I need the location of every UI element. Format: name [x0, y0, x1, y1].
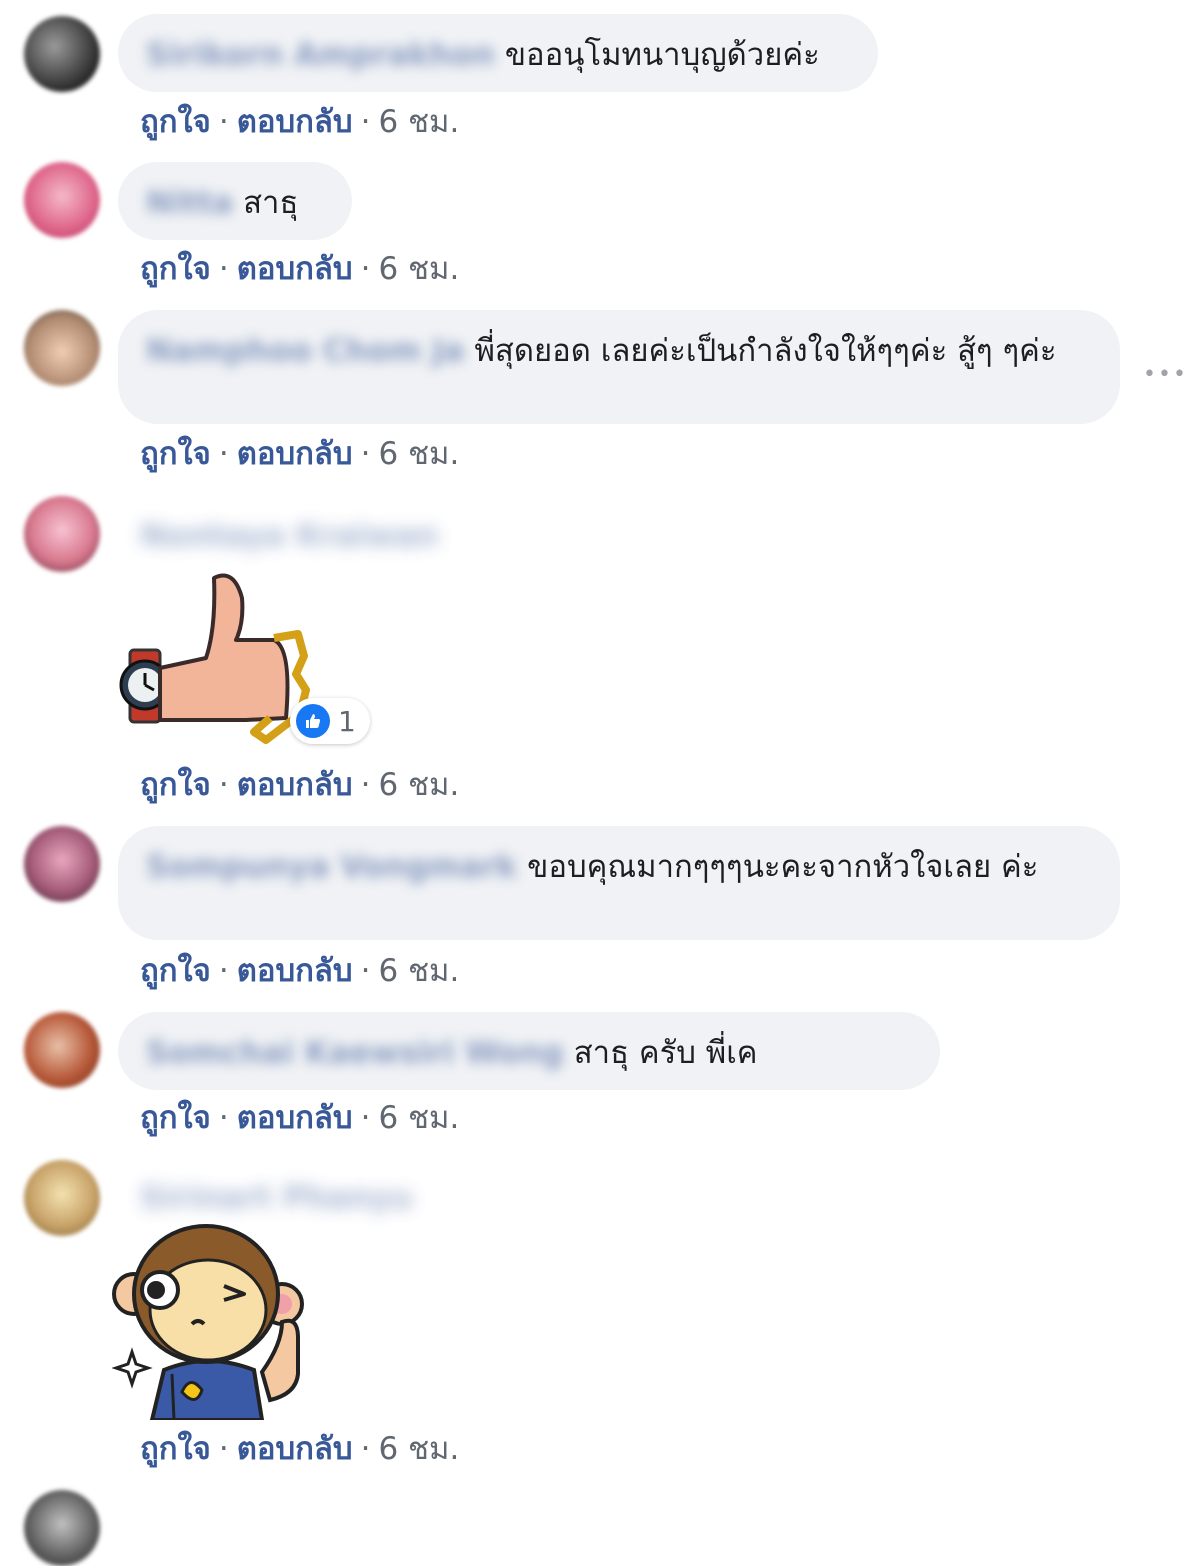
- thumbs-up-watch-sticker: [116, 568, 316, 748]
- reaction-count: 1: [338, 704, 356, 738]
- comment-text: สาธุ: [243, 185, 299, 221]
- separator: ·: [218, 104, 229, 140]
- comment-actions: ถูกใจ · ตอบกลับ · 6 ชม.: [140, 1423, 459, 1473]
- comment-text: สาธุ ครับ พี่เค: [573, 1035, 758, 1071]
- like-icon: [296, 704, 330, 738]
- comment-actions: ถูกใจ · ตอบกลับ · 6 ชม.: [140, 243, 459, 293]
- separator: ·: [360, 104, 371, 140]
- comment-bubble: Nitta สาธุ: [118, 162, 352, 240]
- separator: ·: [218, 767, 229, 803]
- avatar[interactable]: [24, 1160, 100, 1236]
- separator: ·: [360, 1100, 371, 1136]
- commenter-name[interactable]: Sirinart Phanyu: [140, 1180, 413, 1216]
- comment-bubble: Somchai Kaewsiri Wong สาธุ ครับ พี่เค: [118, 1012, 940, 1090]
- separator: ·: [360, 767, 371, 803]
- reaction-summary[interactable]: 1: [290, 698, 370, 744]
- monkey-thumbs-up-sticker: [111, 1224, 312, 1422]
- more-options-icon[interactable]: •••: [1143, 362, 1188, 387]
- avatar[interactable]: [24, 826, 100, 902]
- separator: ·: [218, 251, 229, 287]
- comment-actions: ถูกใจ · ตอบกลับ · 6 ชม.: [140, 1092, 459, 1142]
- comment-text: ขออนุโมทนาบุญด้วยค่ะ: [504, 37, 820, 73]
- separator: ·: [218, 953, 229, 989]
- reply-link[interactable]: ตอบกลับ: [237, 953, 353, 989]
- like-link[interactable]: ถูกใจ: [140, 436, 211, 472]
- timestamp[interactable]: 6 ชม.: [378, 767, 459, 803]
- separator: ·: [360, 953, 371, 989]
- comment-text: ขอบคุณมากๆๆๆนะคะจากหัวใจเลย ค่ะ: [527, 849, 1039, 885]
- commenter-name[interactable]: Somchai Kaewsiri Wong: [146, 1035, 564, 1071]
- separator: ·: [218, 1100, 229, 1136]
- like-link[interactable]: ถูกใจ: [140, 104, 211, 140]
- timestamp[interactable]: 6 ชม.: [378, 436, 459, 472]
- separator: ·: [218, 436, 229, 472]
- reply-link[interactable]: ตอบกลับ: [237, 767, 353, 803]
- reply-link[interactable]: ตอบกลับ: [237, 436, 353, 472]
- avatar[interactable]: [24, 16, 100, 92]
- separator: ·: [360, 436, 371, 472]
- avatar[interactable]: [24, 496, 100, 572]
- commenter-name[interactable]: Namphoo Chom Ja: [146, 333, 464, 369]
- separator: ·: [218, 1431, 229, 1467]
- timestamp[interactable]: 6 ชม.: [378, 1431, 459, 1467]
- commenter-name[interactable]: Sirikorn Amprakhon: [146, 37, 495, 73]
- separator: ·: [360, 251, 371, 287]
- avatar[interactable]: [24, 310, 100, 386]
- commenter-name[interactable]: Nitta: [146, 185, 233, 221]
- avatar[interactable]: [24, 162, 100, 238]
- avatar[interactable]: [24, 1012, 100, 1088]
- comment-actions: ถูกใจ · ตอบกลับ · 6 ชม.: [140, 759, 459, 809]
- like-link[interactable]: ถูกใจ: [140, 767, 211, 803]
- comment-actions: ถูกใจ · ตอบกลับ · 6 ชม.: [140, 428, 459, 478]
- like-link[interactable]: ถูกใจ: [140, 953, 211, 989]
- comment-bubble: Sompunya Vongmark ขอบคุณมากๆๆๆนะคะจากหัวใ…: [118, 826, 1120, 940]
- like-link[interactable]: ถูกใจ: [140, 251, 211, 287]
- reply-link[interactable]: ตอบกลับ: [237, 1431, 353, 1467]
- commenter-name[interactable]: Sompunya Vongmark: [146, 849, 517, 885]
- timestamp[interactable]: 6 ชม.: [378, 1100, 459, 1136]
- like-link[interactable]: ถูกใจ: [140, 1431, 211, 1467]
- like-link[interactable]: ถูกใจ: [140, 1100, 211, 1136]
- reply-link[interactable]: ตอบกลับ: [237, 104, 353, 140]
- timestamp[interactable]: 6 ชม.: [378, 251, 459, 287]
- comment-actions: ถูกใจ · ตอบกลับ · 6 ชม.: [140, 945, 459, 995]
- comment-actions: ถูกใจ · ตอบกลับ · 6 ชม.: [140, 96, 459, 146]
- comment-bubble: Sirikorn Amprakhon ขออนุโมทนาบุญด้วยค่ะ: [118, 14, 878, 92]
- reply-link[interactable]: ตอบกลับ: [237, 251, 353, 287]
- reply-link[interactable]: ตอบกลับ: [237, 1100, 353, 1136]
- comment-bubble: Namphoo Chom Ja พี่สุดยอด เลยค่ะเป็นกำลัง…: [118, 310, 1120, 424]
- commenter-name[interactable]: Nontaya Kraiwan: [140, 518, 439, 554]
- separator: ·: [360, 1431, 371, 1467]
- comment-text: พี่สุดยอด เลยค่ะเป็นกำลังใจให้ๆๆค่ะ สู้ๆ…: [474, 333, 1057, 369]
- avatar[interactable]: [24, 1490, 100, 1566]
- timestamp[interactable]: 6 ชม.: [378, 104, 459, 140]
- timestamp[interactable]: 6 ชม.: [378, 953, 459, 989]
